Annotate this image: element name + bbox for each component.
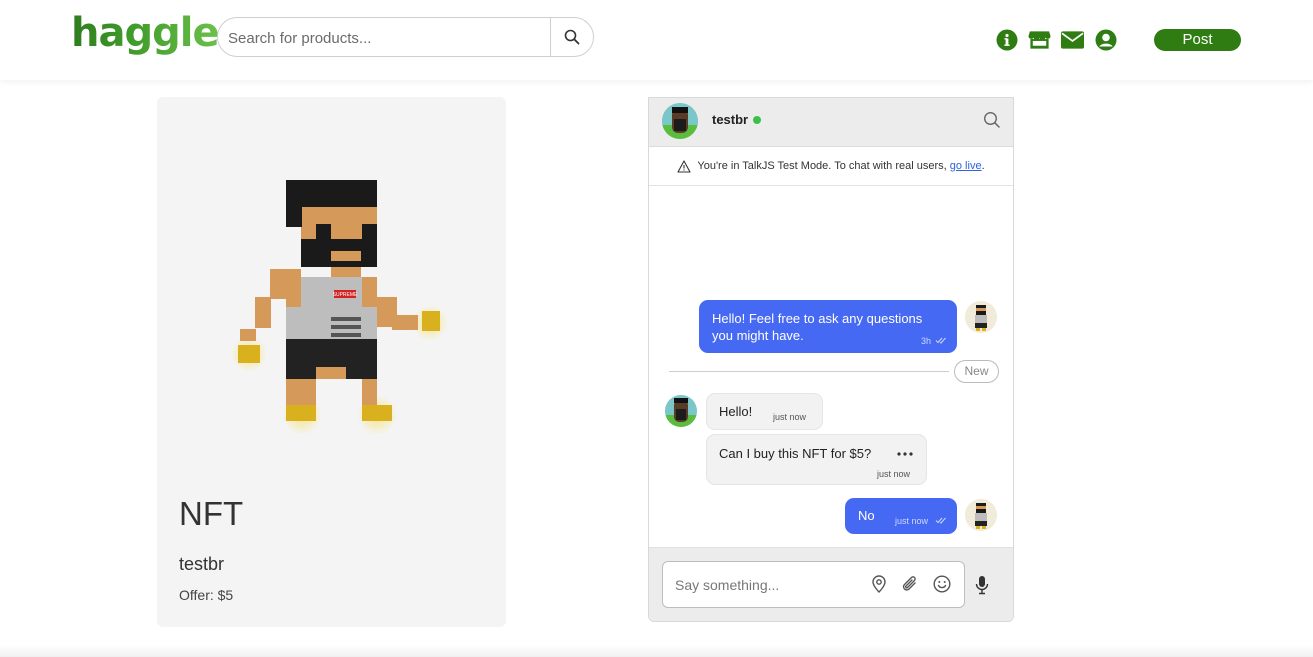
message-compose-box [662,561,965,608]
message-text: Can I buy this NFT for $5? [719,446,872,461]
message-bubble-incoming[interactable]: Hello! just now [706,393,823,430]
location-pin-icon [872,575,886,593]
message-time: just now [877,469,911,479]
message-text: No [858,508,875,523]
product-title: NFT [179,495,244,532]
go-live-link[interactable]: go live [950,160,982,172]
header-nav [995,28,1117,51]
message-time: just now [773,412,807,422]
search-input[interactable] [228,27,548,49]
paperclip-icon [902,576,916,591]
user-icon[interactable] [1094,28,1117,51]
message-options-button[interactable] [897,443,913,459]
store-icon[interactable] [1028,28,1051,51]
footer-shadow [0,645,1313,657]
test-mode-banner: You're in TalkJS Test Mode. To chat with… [649,147,1013,186]
new-messages-label: New [954,360,999,383]
message-input[interactable] [675,575,855,595]
more-horizontal-icon [897,452,913,456]
new-messages-divider [669,371,949,372]
contact-avatar[interactable] [662,103,698,139]
chat-panel: testbr You're in TalkJS Test Mode. To ch… [648,97,1014,622]
online-status-dot [753,116,761,124]
mail-icon[interactable] [1061,28,1084,51]
chat-header: testbr [649,98,1013,147]
compose-area [649,547,1013,621]
my-avatar [965,499,997,531]
info-icon[interactable] [995,28,1018,51]
supreme-logo-text: SUPREME [333,292,358,298]
smiley-icon [933,575,951,593]
contact-message-avatar [665,395,697,427]
search-button[interactable] [550,18,593,56]
contact-name: testbr [712,112,749,127]
post-button[interactable]: Post [1154,29,1241,51]
chat-search-button[interactable] [983,111,1001,134]
haggle-logo[interactable]: haggle [71,10,220,56]
warning-icon [677,159,691,173]
message-bubble-outgoing[interactable]: No just now [845,498,957,534]
message-text: Hello! Feel free to ask any questions yo… [712,311,923,343]
seller-name: testbr [179,554,225,574]
offer-amount: Offer: $5 [179,587,234,603]
search-icon [983,111,1000,128]
nft-character-image: SUPREME [232,180,448,435]
message-time: 3h [921,336,932,346]
search-icon [564,29,580,45]
voice-message-button[interactable] [975,575,989,600]
emoji-button[interactable] [933,575,951,598]
top-header: haggle Search for products... Post [0,0,1313,80]
search-bar [217,17,594,57]
my-avatar [965,301,997,333]
message-bubble-outgoing[interactable]: Hello! Feel free to ask any questions yo… [699,300,957,353]
product-card[interactable]: SUPREME NFT testbr Offer: $5 [157,97,506,627]
banner-end: . [981,160,985,172]
location-button[interactable] [871,575,887,598]
read-receipt-icon [935,517,946,524]
message-bubble-incoming[interactable]: Can I buy this NFT for $5? just now [706,434,927,485]
attach-button[interactable] [902,575,918,598]
message-text: Hello! [719,404,753,419]
test-mode-text: You're in TalkJS Test Mode. To chat with… [697,160,950,172]
read-receipt-icon [935,337,946,344]
microphone-icon [975,576,989,595]
message-time: just now [895,516,929,526]
